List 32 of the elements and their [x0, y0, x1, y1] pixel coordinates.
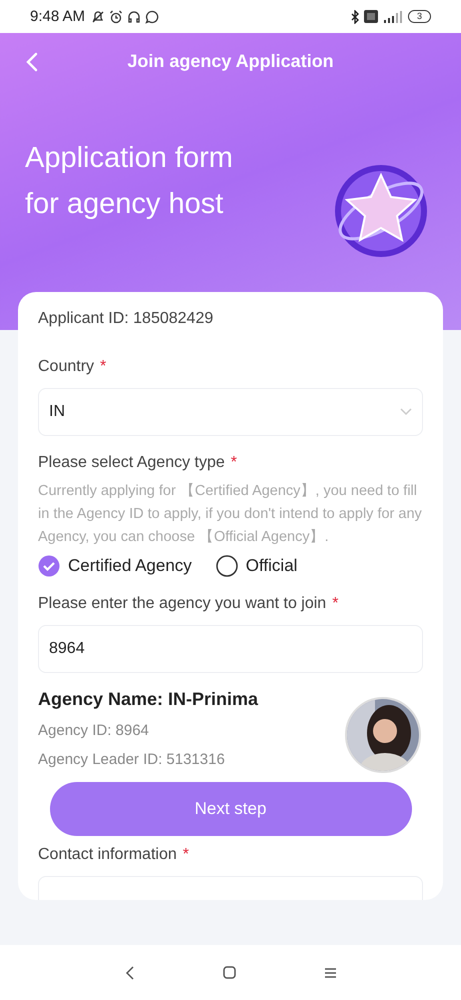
- muted-bell-icon: [91, 10, 106, 24]
- applicant-id: Applicant ID: 185082429: [38, 310, 214, 328]
- agency-id: Agency ID: 8964: [38, 722, 150, 739]
- agency-id-input[interactable]: 8964: [38, 625, 423, 673]
- agency-name: Agency Name: IN-Prinima: [38, 689, 258, 710]
- required-mark: *: [230, 454, 238, 472]
- heading-line: Application form: [25, 141, 233, 176]
- back-icon[interactable]: [124, 966, 134, 980]
- agency-leader-id: Agency Leader ID: 5131316: [38, 751, 226, 768]
- agency-type-note: Currently applying for 【Certified Agency】, you need to fill in the Agency ID to apply, if you don't intend to apply for any Agency, you can choose 【Official Agency】.: [38, 482, 423, 547]
- required-mark: *: [182, 846, 189, 864]
- field-label: Contact information: [38, 846, 177, 864]
- home-icon[interactable]: [222, 966, 236, 979]
- page-title: Join agency Application: [126, 51, 335, 72]
- field-label: Country: [38, 358, 94, 376]
- chat-icon: [145, 10, 160, 24]
- alarm-icon: [109, 10, 124, 24]
- signal-icon: [382, 10, 404, 24]
- field-label: Please select Agency type: [38, 454, 225, 472]
- bluetooth-icon: [350, 10, 360, 24]
- battery-icon: 3: [408, 10, 431, 23]
- required-mark: *: [100, 358, 106, 376]
- field-label: Please enter the agency you want to join: [38, 595, 326, 613]
- status-time: 9:48 AM: [30, 8, 86, 25]
- chevron-down-icon: [400, 408, 412, 416]
- headphones-icon: [127, 10, 142, 24]
- radio-option[interactable]: Official: [216, 555, 298, 577]
- heading-line: for agency host: [25, 187, 224, 222]
- menu-icon[interactable]: [324, 966, 336, 978]
- required-mark: *: [332, 595, 338, 613]
- radio-option[interactable]: Certified Agency: [38, 555, 192, 577]
- country-select[interactable]: IN: [38, 388, 423, 436]
